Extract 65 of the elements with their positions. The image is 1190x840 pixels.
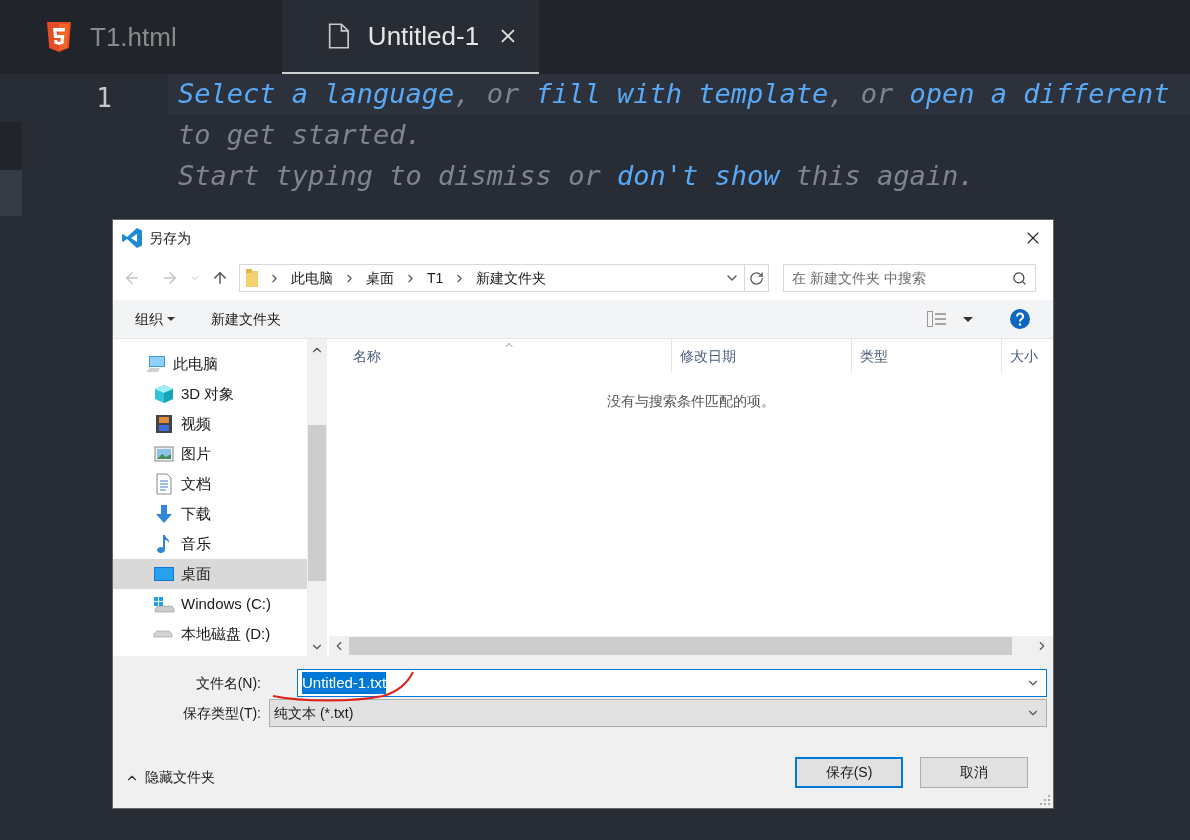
hint-link[interactable]: don't show bbox=[616, 160, 780, 192]
help-icon[interactable] bbox=[1009, 308, 1031, 330]
caret-icon[interactable] bbox=[963, 316, 973, 322]
toolbar-button[interactable]: 新建文件夹 bbox=[211, 308, 281, 330]
dialog-title: 另存为 bbox=[149, 228, 191, 248]
breadcrumb[interactable]: 此电脑 bbox=[291, 267, 333, 289]
editor-tab[interactable]: Untitled-1 bbox=[282, 0, 539, 74]
hide-folders-button[interactable]: 隐藏文件夹 bbox=[125, 767, 215, 788]
refresh-icon bbox=[749, 270, 764, 286]
dialog-button[interactable]: 取消 bbox=[920, 757, 1028, 788]
sidebar-item[interactable]: 音乐 bbox=[113, 529, 307, 559]
editor-tab[interactable]: T1.html bbox=[0, 0, 282, 74]
side-panel-highlight bbox=[0, 170, 22, 216]
film-icon bbox=[153, 413, 175, 435]
file-icon bbox=[328, 20, 350, 52]
vertical-scrollbar[interactable] bbox=[307, 339, 327, 656]
field-label: 保存类型(T): bbox=[182, 703, 262, 723]
column-header[interactable]: 类型 bbox=[851, 339, 1001, 373]
view-list-icon[interactable] bbox=[927, 311, 947, 327]
hint-text: to get started. bbox=[178, 118, 422, 153]
hint-link[interactable]: fill with template bbox=[535, 78, 829, 110]
breadcrumb[interactable]: 新建文件夹 bbox=[476, 267, 547, 289]
filetype-select[interactable]: 纯文本 (*.txt) bbox=[269, 699, 1047, 727]
picture-icon bbox=[153, 443, 175, 465]
hint-link[interactable]: Select a language bbox=[178, 78, 455, 110]
document-icon bbox=[153, 473, 175, 495]
sidebar-item[interactable]: 3D 对象 bbox=[113, 379, 307, 409]
down-arrow-icon bbox=[153, 503, 175, 525]
hint-text: Start typing to dismiss or don't show this again. bbox=[178, 159, 975, 194]
filename-value: Untitled-1.txt bbox=[302, 671, 387, 695]
field-label: 文件名(N): bbox=[194, 673, 262, 693]
html5-icon bbox=[46, 22, 72, 52]
drive-icon bbox=[153, 630, 173, 638]
sidebar-item[interactable]: 桌面 bbox=[113, 559, 307, 589]
horizontal-scrollbar[interactable] bbox=[329, 636, 1053, 656]
cube-icon bbox=[153, 383, 175, 405]
search-input[interactable]: 在 新建文件夹 中搜索 bbox=[792, 267, 1012, 289]
sidebar-item[interactable]: 此电脑 bbox=[113, 349, 307, 379]
address-bar[interactable]: 此电脑 桌面 T1 新建文件夹 bbox=[239, 264, 769, 292]
hint-text: Select a language, or fill with template, or open a different bbox=[178, 77, 1170, 112]
breadcrumb[interactable]: 桌面 bbox=[366, 267, 394, 289]
hint-link[interactable]: open a different bbox=[909, 78, 1170, 110]
column-header[interactable]: 名称 bbox=[329, 339, 671, 373]
filename-field[interactable]: Untitled-1.txt bbox=[297, 669, 1047, 697]
sidebar-item[interactable]: Windows (C:) bbox=[113, 589, 307, 619]
sidebar-item[interactable]: 视频 bbox=[113, 409, 307, 439]
up-icon[interactable] bbox=[211, 269, 229, 287]
folder-icon bbox=[246, 269, 258, 287]
dialog-button[interactable]: 保存(S) bbox=[795, 757, 903, 788]
search-icon bbox=[1012, 270, 1027, 286]
line-number: 1 bbox=[96, 82, 112, 115]
app-logo-icon bbox=[121, 227, 143, 249]
computer-icon bbox=[145, 353, 167, 375]
sidebar-item[interactable]: 文档 bbox=[113, 469, 307, 499]
column-header[interactable]: 修改日期 bbox=[671, 339, 851, 373]
column-header[interactable]: 大小 bbox=[1001, 339, 1053, 373]
resize-grip-icon bbox=[1039, 794, 1051, 806]
sidebar-item[interactable]: 下载 bbox=[113, 499, 307, 529]
sidebar-item[interactable]: 图片 bbox=[113, 439, 307, 469]
breadcrumb[interactable]: T1 bbox=[427, 267, 444, 289]
sidebar-item[interactable]: 本地磁盘 (D:) bbox=[113, 619, 307, 649]
caret-icon bbox=[167, 317, 175, 321]
search-field[interactable]: 在 新建文件夹 中搜索 bbox=[783, 264, 1036, 292]
empty-message: 没有与搜索条件匹配的项。 bbox=[607, 392, 775, 411]
toolbar-button[interactable]: 组织 bbox=[135, 308, 175, 330]
